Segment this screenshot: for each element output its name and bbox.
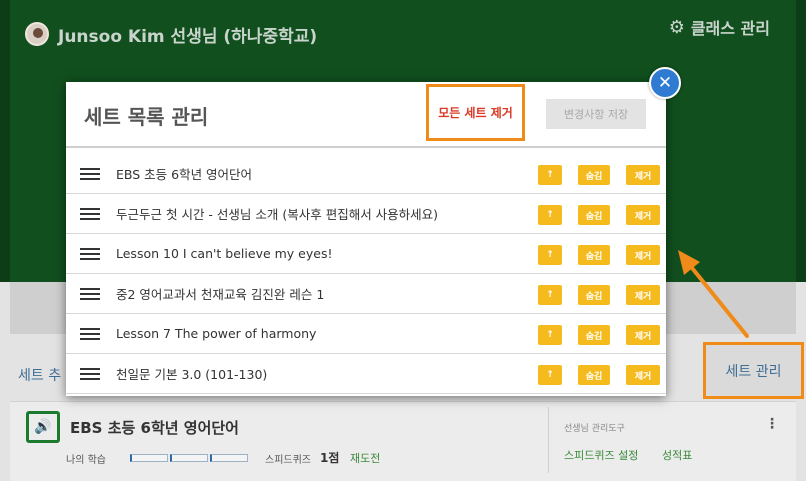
move-up-button[interactable]: ↑: [538, 285, 562, 305]
hide-button[interactable]: 숨김: [578, 165, 610, 185]
set-row[interactable]: 천일문 기본 3.0 (101-130) ↑ 숨김 제거: [66, 354, 666, 394]
drag-handle-icon[interactable]: [80, 288, 100, 300]
hide-button[interactable]: 숨김: [578, 205, 610, 225]
remove-button[interactable]: 제거: [626, 165, 660, 185]
teacher-name: Junsoo Kim 선생님 (하나중학교): [58, 27, 318, 47]
drag-handle-icon[interactable]: [80, 328, 100, 340]
set-name: 천일문 기본 3.0 (101-130): [116, 367, 268, 382]
set-row[interactable]: 중2 영어교과서 천재교육 김진완 레슨 1 ↑ 숨김 제거: [66, 274, 666, 314]
move-up-button[interactable]: ↑: [538, 205, 562, 225]
close-icon[interactable]: ✕: [649, 67, 681, 99]
set-row[interactable]: 두근두근 첫 시간 - 선생님 소개 (복사후 편집해서 사용하세요) ↑ 숨김 제거: [66, 194, 666, 234]
hide-button[interactable]: 숨김: [578, 285, 610, 305]
remove-all-label: 모든 세트 제거: [438, 106, 513, 120]
remove-all-sets-button[interactable]: 모든 세트 제거: [426, 84, 525, 141]
remove-button[interactable]: 제거: [626, 285, 660, 305]
remove-button[interactable]: 제거: [626, 205, 660, 225]
class-management-link[interactable]: ⚙ 클래스 관리: [669, 15, 770, 39]
avatar: [25, 22, 49, 46]
speed-quiz-score: 1점: [320, 451, 340, 465]
teacher-tools-label: 선생님 관리도구: [564, 424, 625, 434]
progress-segment: [170, 454, 208, 462]
progress-segment: [130, 454, 168, 462]
divider: [548, 407, 549, 473]
save-changes-label: 변경사항 저장: [563, 108, 629, 121]
set-management-label: 세트 관리: [725, 363, 782, 380]
set-name: 중2 영어교과서 천재교육 김진완 레슨 1: [116, 287, 325, 302]
class-management-label: 클래스 관리: [690, 19, 770, 38]
move-up-button[interactable]: ↑: [538, 365, 562, 385]
hide-button[interactable]: 숨김: [578, 325, 610, 345]
modal-title: 세트 목록 관리: [84, 105, 209, 129]
remove-button[interactable]: 제거: [626, 245, 660, 265]
set-name: Lesson 10 I can't believe my eyes!: [116, 246, 333, 261]
remove-button[interactable]: 제거: [626, 365, 660, 385]
retry-link[interactable]: 재도전: [350, 450, 380, 466]
set-list-modal: 세트 목록 관리 모든 세트 제거 변경사항 저장 EBS 초등 6학년 영어단…: [66, 82, 666, 396]
report-card-link[interactable]: 성적표: [662, 447, 692, 463]
drag-handle-icon[interactable]: [80, 168, 100, 180]
set-management-button[interactable]: 세트 관리: [703, 342, 804, 399]
my-learning-label: 나의 학습: [66, 455, 106, 466]
hide-button[interactable]: 숨김: [578, 365, 610, 385]
kebab-icon[interactable]: ⋮: [765, 416, 779, 432]
set-name: 두근두근 첫 시간 - 선생님 소개 (복사후 편집해서 사용하세요): [116, 207, 439, 222]
set-row[interactable]: EBS 초등 6학년 영어단어 ↑ 숨김 제거: [66, 154, 666, 194]
set-row[interactable]: Lesson 7 The power of harmony ↑ 숨김 제거: [66, 314, 666, 354]
set-card: [10, 401, 796, 481]
remove-button[interactable]: 제거: [626, 325, 660, 345]
speed-quiz-label: 스피드퀴즈: [265, 455, 311, 466]
speed-quiz-setting-link[interactable]: 스피드퀴즈 설정: [564, 447, 638, 463]
drag-handle-icon[interactable]: [80, 208, 100, 220]
drag-handle-icon[interactable]: [80, 368, 100, 380]
gear-icon: ⚙: [668, 16, 685, 38]
set-card-title[interactable]: EBS 초등 6학년 영어단어: [70, 417, 239, 438]
move-up-button[interactable]: ↑: [538, 325, 562, 345]
modal-header: 세트 목록 관리 모든 세트 제거 변경사항 저장: [66, 82, 666, 148]
move-up-button[interactable]: ↑: [538, 245, 562, 265]
set-name: Lesson 7 The power of harmony: [116, 326, 317, 341]
set-add-link[interactable]: 세트 추: [18, 365, 61, 385]
save-changes-button[interactable]: 변경사항 저장: [546, 99, 646, 129]
progress-segment: [210, 454, 248, 462]
drag-handle-icon[interactable]: [80, 248, 100, 260]
learning-progress: [130, 454, 248, 462]
set-row[interactable]: Lesson 10 I can't believe my eyes! ↑ 숨김 제거: [66, 234, 666, 274]
hide-button[interactable]: 숨김: [578, 245, 610, 265]
set-list: EBS 초등 6학년 영어단어 ↑ 숨김 제거 두근두근 첫 시간 - 선생님 소개 (…: [66, 154, 666, 396]
move-up-button[interactable]: ↑: [538, 165, 562, 185]
set-name: EBS 초등 6학년 영어단어: [116, 167, 253, 182]
speaker-icon[interactable]: 🔊: [26, 411, 60, 443]
